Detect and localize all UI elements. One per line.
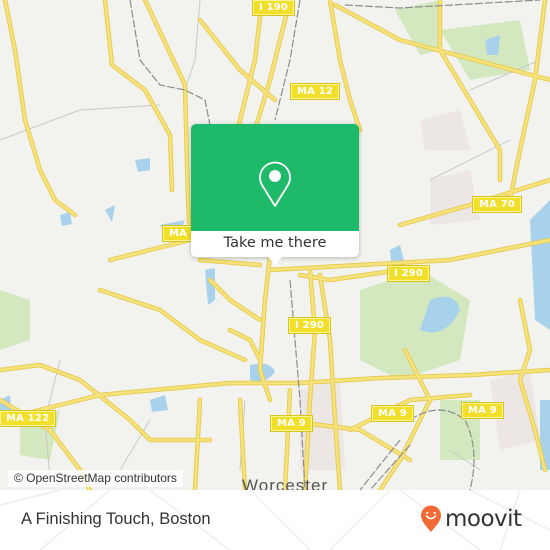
moovit-logo[interactable]: moovit: [420, 504, 522, 534]
place-title: A Finishing Touch, Boston: [21, 510, 211, 528]
route-shield-i190: I 190: [251, 0, 296, 16]
take-me-there-button[interactable]: Take me there: [191, 231, 359, 257]
route-shield-ma9-far-east: MA 9: [461, 402, 504, 419]
moovit-pin-icon: [421, 505, 441, 532]
location-popup: Take me there: [191, 124, 359, 265]
route-shield-ma122: MA 122: [0, 410, 57, 427]
route-shield-ma9-east: MA 9: [371, 405, 414, 422]
footer: A Finishing Touch, Boston moovit: [0, 490, 550, 550]
map-attribution[interactable]: © OpenStreetMap contributors: [8, 470, 183, 487]
popup-header: [191, 124, 359, 231]
route-shield-ma9-center: MA 9: [270, 415, 313, 432]
popup-pointer: [268, 257, 282, 265]
route-shield-i290-east: I 290: [386, 265, 431, 282]
moovit-wordmark: moovit: [445, 506, 522, 532]
map[interactable]: I 190 MA 12 MA 70 MA I 290 I 290 MA 122 …: [0, 0, 550, 490]
city-label: Worcester: [242, 476, 329, 490]
route-shield-i290-south: I 290: [287, 317, 332, 334]
route-shield-ma: MA: [161, 225, 195, 242]
route-shield-ma70: MA 70: [471, 196, 523, 213]
route-shield-ma12: MA 12: [289, 83, 341, 100]
